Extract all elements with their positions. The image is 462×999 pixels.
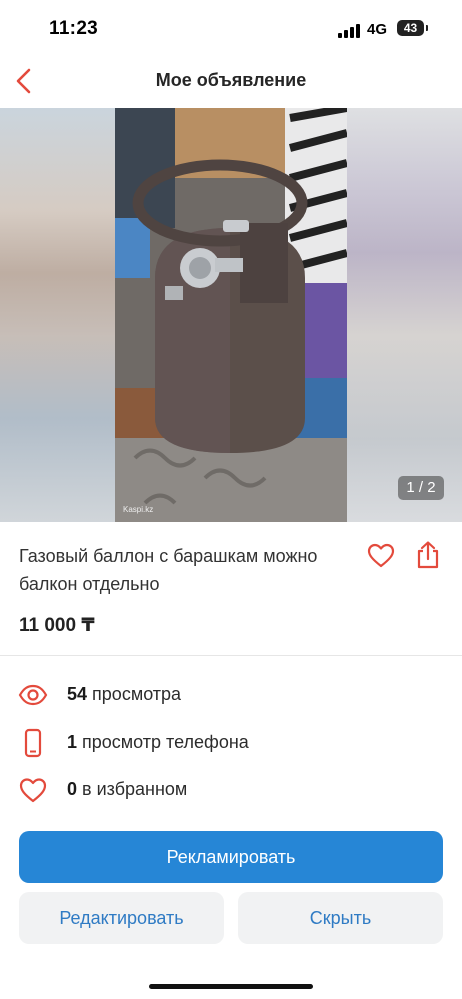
share-button[interactable] — [414, 540, 442, 570]
favorite-button[interactable] — [367, 542, 395, 570]
photo-gallery[interactable]: Kaspi.kz 1 / 2 — [0, 108, 462, 522]
signal-icon — [338, 24, 362, 38]
stat-favorites: 0 в избранном — [0, 775, 462, 807]
phone-icon — [24, 728, 42, 758]
battery-icon: 43 — [397, 20, 424, 36]
stat-phone-views: 1 просмотр телефона — [0, 728, 462, 760]
listing-photo[interactable]: Kaspi.kz — [115, 108, 347, 522]
stat-favorites-text: 0 в избранном — [67, 779, 188, 799]
listing-price: 11 000 ₸ — [19, 615, 95, 636]
nav-bar: Мое объявление — [0, 58, 462, 104]
battery-tip — [426, 25, 428, 31]
stat-views-text: 54 просмотра — [67, 684, 182, 704]
watermark: Kaspi.kz — [123, 505, 153, 514]
page-title: Мое объявление — [155, 70, 307, 90]
stat-phone-views-text: 1 просмотр телефона — [67, 732, 249, 752]
eye-icon — [18, 684, 48, 706]
network-label: 4G — [367, 21, 388, 38]
listing-title: Газовый баллон с барашкам можно балкон о… — [19, 546, 318, 594]
hide-button[interactable]: Скрыть — [238, 892, 443, 944]
photo-counter: 1 / 2 — [398, 476, 444, 500]
divider — [0, 655, 462, 656]
status-time: 11:23 — [49, 18, 99, 39]
promote-button[interactable]: Рекламировать — [19, 831, 443, 883]
heart-icon — [19, 778, 47, 803]
stat-views: 54 просмотра — [0, 680, 462, 712]
blurred-backdrop-left — [0, 108, 115, 522]
status-bar: 11:23 4G 43 — [0, 0, 462, 58]
edit-button[interactable]: Редактировать — [19, 892, 224, 944]
share-icon — [417, 541, 439, 569]
home-indicator — [149, 984, 313, 989]
blurred-backdrop-right — [347, 108, 462, 522]
heart-icon — [367, 543, 395, 568]
